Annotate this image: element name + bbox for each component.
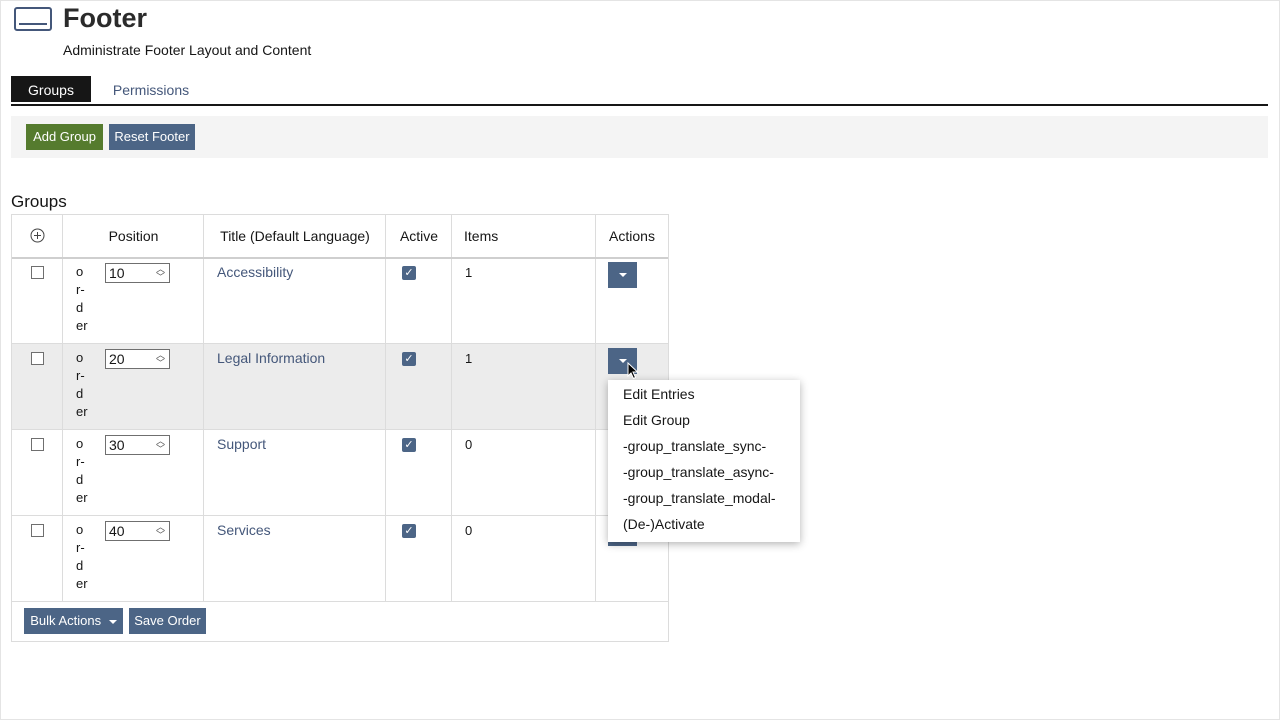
row-divider	[12, 601, 668, 602]
order-label: o r- d er	[76, 435, 90, 507]
toolbar: Add Group Reset Footer	[11, 116, 1268, 158]
groups-table: Position Title (Default Language) Active…	[11, 214, 669, 642]
spinner-icon[interactable]: ︿ ﹀	[156, 437, 165, 454]
column-header-actions: Actions	[609, 228, 655, 244]
order-label-part: d	[76, 558, 84, 573]
group-title-link[interactable]: Support	[217, 436, 266, 452]
row-select-checkbox[interactable]	[31, 438, 44, 451]
actions-dropdown-menu: Edit Entries Edit Group -group_translate…	[608, 380, 800, 542]
row-select-checkbox[interactable]	[31, 352, 44, 365]
menu-item-edit-group[interactable]: Edit Group	[623, 412, 690, 428]
add-group-button[interactable]: Add Group	[26, 124, 103, 150]
order-label-part: er	[76, 490, 88, 505]
column-header-title[interactable]: Title (Default Language)	[204, 215, 386, 257]
page-title: Footer	[63, 3, 147, 33]
header-divider	[12, 257, 668, 259]
position-value: 10	[109, 265, 125, 281]
save-order-button[interactable]: Save Order	[129, 608, 206, 634]
column-divider	[451, 215, 452, 601]
reset-footer-button[interactable]: Reset Footer	[109, 124, 195, 150]
column-divider	[203, 215, 204, 601]
column-divider	[385, 215, 386, 601]
row-divider	[12, 343, 668, 344]
position-input[interactable]: 40 ︿ ﹀	[105, 521, 170, 541]
order-label-part: er	[76, 318, 88, 333]
group-title-link[interactable]: Accessibility	[217, 264, 293, 280]
column-divider	[62, 215, 63, 601]
position-input[interactable]: 20 ︿ ﹀	[105, 349, 170, 369]
order-label-part: r-	[76, 540, 85, 555]
active-checkbox[interactable]: ✓	[402, 524, 416, 538]
spinner-icon[interactable]: ︿ ﹀	[156, 265, 165, 282]
order-label-part: r-	[76, 282, 85, 297]
order-label-part: r-	[76, 368, 85, 383]
column-header-active[interactable]: Active	[386, 215, 452, 257]
column-divider	[595, 215, 596, 601]
active-checkbox[interactable]: ✓	[402, 266, 416, 280]
order-label: o r- d er	[76, 263, 90, 335]
bulk-actions-label: Bulk Actions	[30, 613, 102, 628]
order-label-part: er	[76, 576, 88, 591]
position-value: 20	[109, 351, 125, 367]
add-column-icon[interactable]	[30, 228, 45, 243]
position-value: 30	[109, 437, 125, 453]
items-count: 0	[465, 437, 473, 452]
group-title-link[interactable]: Services	[217, 522, 271, 538]
items-count: 0	[465, 523, 473, 538]
group-title-link[interactable]: Legal Information	[217, 350, 325, 366]
row-divider	[12, 429, 668, 430]
actions-dropdown-button[interactable]	[608, 262, 637, 288]
column-header-position[interactable]: Position	[63, 215, 204, 257]
order-label-part: d	[76, 386, 84, 401]
spinner-icon[interactable]: ︿ ﹀	[156, 351, 165, 368]
active-checkbox[interactable]: ✓	[402, 438, 416, 452]
tab-bar: Groups Permissions	[11, 76, 1268, 106]
menu-item-translate-modal[interactable]: -group_translate_modal-	[623, 490, 776, 506]
order-label-part: d	[76, 300, 84, 315]
order-label-part: o	[76, 522, 84, 537]
active-checkbox[interactable]: ✓	[402, 352, 416, 366]
caret-down-icon	[619, 273, 627, 277]
menu-item-translate-async[interactable]: -group_translate_async-	[623, 464, 774, 480]
position-value: 40	[109, 523, 125, 539]
caret-down-icon	[108, 619, 117, 624]
menu-item-edit-entries[interactable]: Edit Entries	[623, 386, 695, 402]
spinner-icon[interactable]: ︿ ﹀	[156, 523, 165, 540]
mouse-cursor-icon	[627, 362, 639, 380]
bulk-actions-button[interactable]: Bulk Actions	[24, 608, 123, 634]
caret-down-icon	[619, 359, 627, 363]
order-label: o r- d er	[76, 521, 90, 593]
page-description: Administrate Footer Layout and Content	[63, 42, 312, 58]
items-count: 1	[465, 351, 473, 366]
items-count: 1	[465, 265, 473, 280]
row-divider	[12, 515, 668, 516]
menu-item-deactivate[interactable]: (De-)Activate	[623, 516, 705, 532]
tab-groups[interactable]: Groups	[11, 76, 91, 102]
row-select-checkbox[interactable]	[31, 524, 44, 537]
order-label-part: o	[76, 350, 84, 365]
column-header-items[interactable]: Items	[452, 215, 596, 257]
order-label-part: r-	[76, 454, 85, 469]
position-input[interactable]: 10 ︿ ﹀	[105, 263, 170, 283]
menu-item-translate-sync[interactable]: -group_translate_sync-	[623, 438, 766, 454]
row-select-checkbox[interactable]	[31, 266, 44, 279]
order-label-part: o	[76, 436, 84, 451]
section-title: Groups	[11, 192, 67, 211]
order-label-part: d	[76, 472, 84, 487]
order-label: o r- d er	[76, 349, 90, 421]
footer-layout-icon	[14, 7, 52, 31]
order-label-part: er	[76, 404, 88, 419]
position-input[interactable]: 30 ︿ ﹀	[105, 435, 170, 455]
tab-permissions[interactable]: Permissions	[91, 76, 211, 102]
order-label-part: o	[76, 264, 84, 279]
